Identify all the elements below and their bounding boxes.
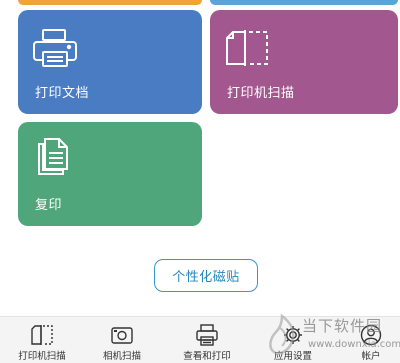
account-icon <box>359 324 383 346</box>
tile-partial-left[interactable] <box>18 0 202 5</box>
tile-copy[interactable]: 复印 <box>18 122 202 226</box>
tile-label: 打印文档 <box>35 86 90 101</box>
bottom-navigation: 打印机扫描 相机扫描 查看和打印 应用设置 帐户 <box>0 316 400 363</box>
camera-icon <box>110 324 134 346</box>
nav-label: 查看和打印 <box>183 351 231 362</box>
tile-partial-right[interactable] <box>210 0 398 5</box>
tile-print-document[interactable]: 打印文档 <box>18 10 202 114</box>
personalize-tiles-button[interactable]: 个性化磁贴 <box>154 259 258 292</box>
nav-item-printer-scan[interactable]: 打印机扫描 <box>10 317 74 363</box>
nav-item-view-and-print[interactable]: 查看和打印 <box>172 317 242 363</box>
nav-item-camera-scan[interactable]: 相机扫描 <box>92 317 152 363</box>
copy-document-icon <box>33 136 73 182</box>
gear-icon <box>281 324 305 346</box>
nav-item-account[interactable]: 帐户 <box>348 317 394 363</box>
printer-icon <box>195 324 219 346</box>
tile-label: 复印 <box>35 198 63 213</box>
nav-label: 相机扫描 <box>102 351 141 362</box>
scanner-icon <box>30 324 54 346</box>
nav-item-app-settings[interactable]: 应用设置 <box>262 317 324 363</box>
nav-label: 打印机扫描 <box>18 351 66 362</box>
tile-label: 打印机扫描 <box>227 86 295 101</box>
nav-label: 帐户 <box>361 351 381 362</box>
nav-label: 应用设置 <box>273 351 312 362</box>
tile-printer-scan[interactable]: 打印机扫描 <box>210 10 398 114</box>
scanner-document-icon <box>225 28 271 72</box>
printer-icon <box>33 28 77 72</box>
